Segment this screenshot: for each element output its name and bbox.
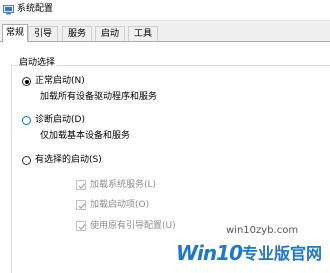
load-startup-items-checkbox[interactable] (76, 200, 86, 210)
watermark-brand-text: Win10专业版官网 (176, 240, 322, 267)
group-legend: 启动选择 (17, 57, 58, 69)
system-config-window: 系统配置 常规 引导 服务 启动 工具 启动选择 正常启动(N) 加载所有设备驱… (0, 0, 330, 273)
diagnostic-startup-label[interactable]: 诊断启动(D) (35, 114, 85, 126)
checkmark-icon (78, 224, 86, 231)
watermark-brand: Win10专业版官网 (176, 238, 328, 270)
load-system-services-checkbox[interactable] (76, 180, 86, 190)
selective-startup-label[interactable]: 有选择的启动(S) (35, 154, 102, 166)
system-config-icon (3, 5, 14, 15)
diagnostic-startup-radio[interactable] (22, 116, 31, 125)
tab-boot[interactable]: 引导 (28, 26, 58, 41)
watermark-brand-name: Win10 (176, 241, 243, 265)
load-startup-items-label[interactable]: 加载启动项(O) (90, 199, 149, 211)
load-system-services-label[interactable]: 加载系统服务(L) (90, 179, 156, 191)
tab-services[interactable]: 服务 (62, 26, 92, 41)
tab-tools[interactable]: 工具 (128, 26, 158, 41)
window-title: 系统配置 (17, 4, 54, 14)
selective-startup-radio[interactable] (22, 156, 31, 165)
watermark-site-name: 专业版官网 (242, 244, 323, 263)
normal-startup-radio[interactable] (22, 77, 31, 86)
use-original-boot-config-checkbox[interactable] (76, 221, 86, 231)
title-bar: 系统配置 (0, 0, 330, 21)
tab-strip: 常规 引导 服务 启动 工具 (0, 24, 330, 42)
diagnostic-startup-description: 仅加载基本设备和服务 (40, 131, 131, 141)
checkmark-icon (78, 183, 86, 190)
tab-startup[interactable]: 启动 (95, 26, 125, 41)
use-original-boot-config-label[interactable]: 使用原有引导配置(U) (90, 220, 176, 232)
normal-startup-label[interactable]: 正常启动(N) (35, 75, 85, 87)
checkmark-icon (78, 203, 86, 210)
watermark-url: win10zyb.com (226, 225, 299, 236)
tab-general[interactable]: 常规 (2, 24, 28, 42)
normal-startup-description: 加载所有设备驱动程序和服务 (40, 92, 158, 102)
